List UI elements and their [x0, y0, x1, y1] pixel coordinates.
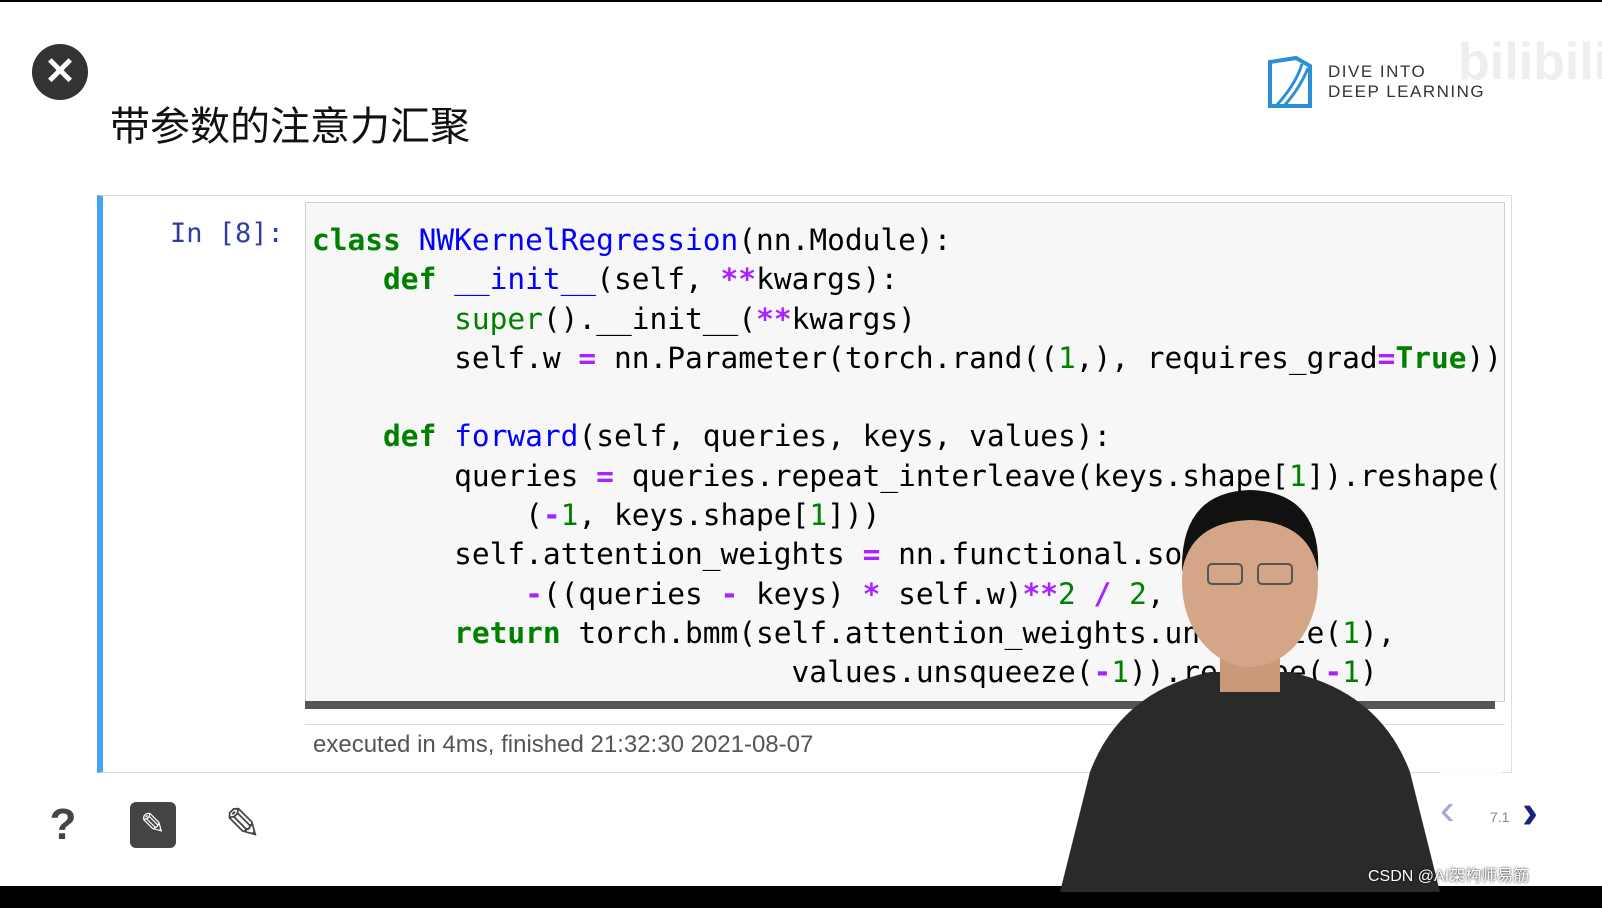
code-token: ** — [756, 301, 792, 336]
code-token: queries — [312, 458, 597, 493]
code-line: def forward(self, queries, keys, values)… — [312, 417, 1504, 456]
pencil-icon[interactable]: ✎ — [218, 800, 268, 850]
next-slide-button[interactable]: › — [1522, 785, 1538, 840]
help-icon[interactable]: ? — [38, 800, 88, 850]
code-token: self.w — [312, 340, 579, 375]
d2l-logo: DIVE INTO DEEP LEARNING — [1266, 54, 1485, 110]
code-token: ** — [1022, 576, 1058, 611]
code-token: = — [596, 458, 614, 493]
code-token: nn.Parameter(torch.rand(( — [596, 340, 1058, 375]
code-token: return — [454, 615, 561, 650]
logo-line1: DIVE INTO — [1328, 62, 1427, 81]
code-token: - — [525, 576, 543, 611]
code-token: NWKernelRegression — [418, 223, 739, 257]
code-token: True — [1395, 340, 1467, 375]
code-token: ((queries — [542, 576, 721, 611]
code-token: = — [578, 340, 597, 375]
code-token: 1 — [560, 498, 579, 533]
book-icon — [1268, 55, 1312, 108]
code-token: ( — [312, 498, 543, 533]
presenter-video — [1060, 490, 1440, 892]
code-token: * — [862, 576, 881, 611]
code-line: class NWKernelRegression(nn.Module): — [312, 221, 1504, 260]
slide-title: 带参数的注意力汇聚 — [110, 105, 470, 149]
code-token: kwargs) — [791, 301, 916, 336]
code-token: 1 — [1057, 340, 1076, 375]
code-token: self.attention_weights — [312, 537, 863, 572]
code-token: super — [454, 301, 543, 336]
code-token: def — [383, 262, 437, 297]
code-line: def __init__(self, **kwargs): — [312, 260, 1504, 299]
code-token: 1 — [809, 498, 828, 533]
code-token: )) — [1466, 340, 1503, 375]
code-token: (nn.Module): — [738, 223, 952, 257]
code-line: super().__init__(**kwargs) — [312, 300, 1504, 339]
code-token: __init__ — [596, 301, 739, 336]
code-token: self.w) — [880, 576, 1023, 611]
code-token: class — [312, 223, 401, 257]
code-token: def — [383, 419, 437, 454]
code-line: self.w = nn.Parameter(torch.rand((1,), r… — [312, 339, 1504, 378]
slide-number: 7.1 — [1490, 809, 1510, 825]
code-token: ** — [720, 262, 757, 297]
prev-slide-button[interactable]: ‹ — [1440, 785, 1455, 835]
code-token: ( — [738, 301, 757, 336]
code-token: - — [542, 498, 561, 533]
code-token: forward — [454, 419, 579, 454]
edit-box-icon[interactable]: ✎ — [130, 802, 176, 848]
code-token: (). — [542, 301, 597, 336]
code-token: ])) — [827, 498, 881, 533]
code-token: (self, queries, keys, values): — [578, 419, 1112, 454]
code-token: __init__ — [454, 262, 597, 297]
cell-prompt: In [8]: — [170, 218, 284, 249]
code-token: values.unsqueeze( — [312, 655, 1094, 690]
code-token: = — [862, 537, 881, 572]
close-icon[interactable]: ✕ — [32, 44, 88, 100]
slide: ✕ 带参数的注意力汇聚 bilibili DIVE INTO DEEP LEARN… — [0, 2, 1602, 892]
code-token: keys) — [738, 576, 863, 611]
csdn-watermark: CSDN @AI架构师易筋 — [1368, 868, 1530, 885]
logo-line2: DEEP LEARNING — [1328, 82, 1486, 101]
code-token: - — [720, 576, 739, 611]
code-token: (self, — [596, 262, 721, 297]
code-token: = — [1377, 340, 1396, 375]
code-token: kwargs): — [756, 262, 899, 297]
code-token: , keys.shape[ — [578, 498, 810, 533]
code-token: ,), requires_grad — [1075, 340, 1378, 375]
